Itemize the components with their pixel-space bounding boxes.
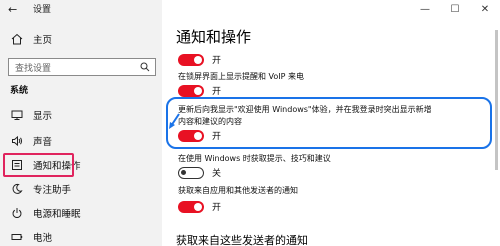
sidebar: ← 设置 主页 查找设置 系统 显示 声音 通知和操作 专注助手 电源和睡眠 电… <box>0 0 162 246</box>
toggle-state-label: 开 <box>212 87 222 97</box>
scrollbar[interactable] <box>495 30 498 170</box>
setting-label-line1: 更新后向我显示"欢迎使用 Windows"体验，并在我登录时突出显示新增 <box>178 105 432 114</box>
setting-toggle-row: 关 <box>178 166 221 179</box>
window-title: 设置 <box>33 5 52 15</box>
search-icon[interactable] <box>140 62 150 75</box>
toggle-switch[interactable] <box>178 129 204 142</box>
title-bar: ← 设置 <box>0 0 162 20</box>
search-input[interactable]: 查找设置 <box>8 58 156 76</box>
sidebar-item-label: 声音 <box>33 137 53 148</box>
minimize-button[interactable]: — <box>410 0 440 18</box>
sidebar-item-display[interactable]: 显示 <box>0 104 162 126</box>
sidebar-section-label: 系统 <box>10 86 29 96</box>
setting-toggle-row: 开 <box>178 129 221 142</box>
sidebar-item-label: 主页 <box>33 35 53 46</box>
annotation-arrow-icon <box>169 113 180 129</box>
maximize-button[interactable]: ☐ <box>440 0 470 18</box>
active-item-highlight <box>3 153 74 177</box>
toggle-state-label: 开 <box>212 56 222 66</box>
toggle-switch[interactable] <box>178 166 204 179</box>
setting-toggle-row: 开 <box>178 84 221 97</box>
toggle-state-label: 关 <box>212 169 222 179</box>
settings-window: ← 设置 主页 查找设置 系统 显示 声音 通知和操作 专注助手 电源和睡眠 电… <box>0 0 500 246</box>
page-title: 通知和操作 <box>176 28 252 46</box>
monitor-icon <box>10 108 24 122</box>
sidebar-item-label: 专注助手 <box>33 185 72 196</box>
setting-label: 在使用 Windows 时获取提示、技巧和建议 <box>178 154 331 163</box>
search-placeholder: 查找设置 <box>15 63 52 74</box>
section-heading: 获取来自这些发送者的通知 <box>176 234 308 246</box>
battery-icon <box>10 230 24 244</box>
speaker-icon <box>10 134 24 148</box>
moon-icon <box>10 182 24 196</box>
setting-toggle-row: 开 <box>178 53 221 66</box>
setting-label: 在锁屏界面上显示提醒和 VoIP 来电 <box>178 72 305 81</box>
toggle-switch[interactable] <box>178 84 204 97</box>
main-content: — ☐ ✕ 通知和操作 开 在锁屏界面上显示提醒和 VoIP 来电 开 更新后向… <box>162 0 500 246</box>
setting-label-line2: 内容和建议的内容 <box>178 117 242 126</box>
back-arrow-icon[interactable]: ← <box>8 3 17 17</box>
sidebar-item-label: 电池 <box>33 233 53 244</box>
power-icon <box>10 206 24 220</box>
window-controls: — ☐ ✕ <box>410 0 500 18</box>
sidebar-item-power-sleep[interactable]: 电源和睡眠 <box>0 202 162 224</box>
setting-toggle-row: 开 <box>178 200 221 213</box>
home-icon <box>10 32 24 46</box>
sidebar-item-battery[interactable]: 电池 <box>0 226 162 246</box>
sidebar-item-home[interactable]: 主页 <box>0 28 162 50</box>
setting-label: 获取来自应用和其他发送者的通知 <box>178 186 298 195</box>
toggle-switch[interactable] <box>178 53 204 66</box>
sidebar-item-focus-assist[interactable]: 专注助手 <box>0 178 162 200</box>
toggle-state-label: 开 <box>212 132 222 142</box>
sidebar-item-label: 显示 <box>33 111 53 122</box>
sidebar-item-label: 电源和睡眠 <box>33 209 81 220</box>
sidebar-item-sound[interactable]: 声音 <box>0 130 162 152</box>
toggle-switch[interactable] <box>178 200 204 213</box>
close-button[interactable]: ✕ <box>470 0 500 18</box>
toggle-state-label: 开 <box>212 203 222 213</box>
